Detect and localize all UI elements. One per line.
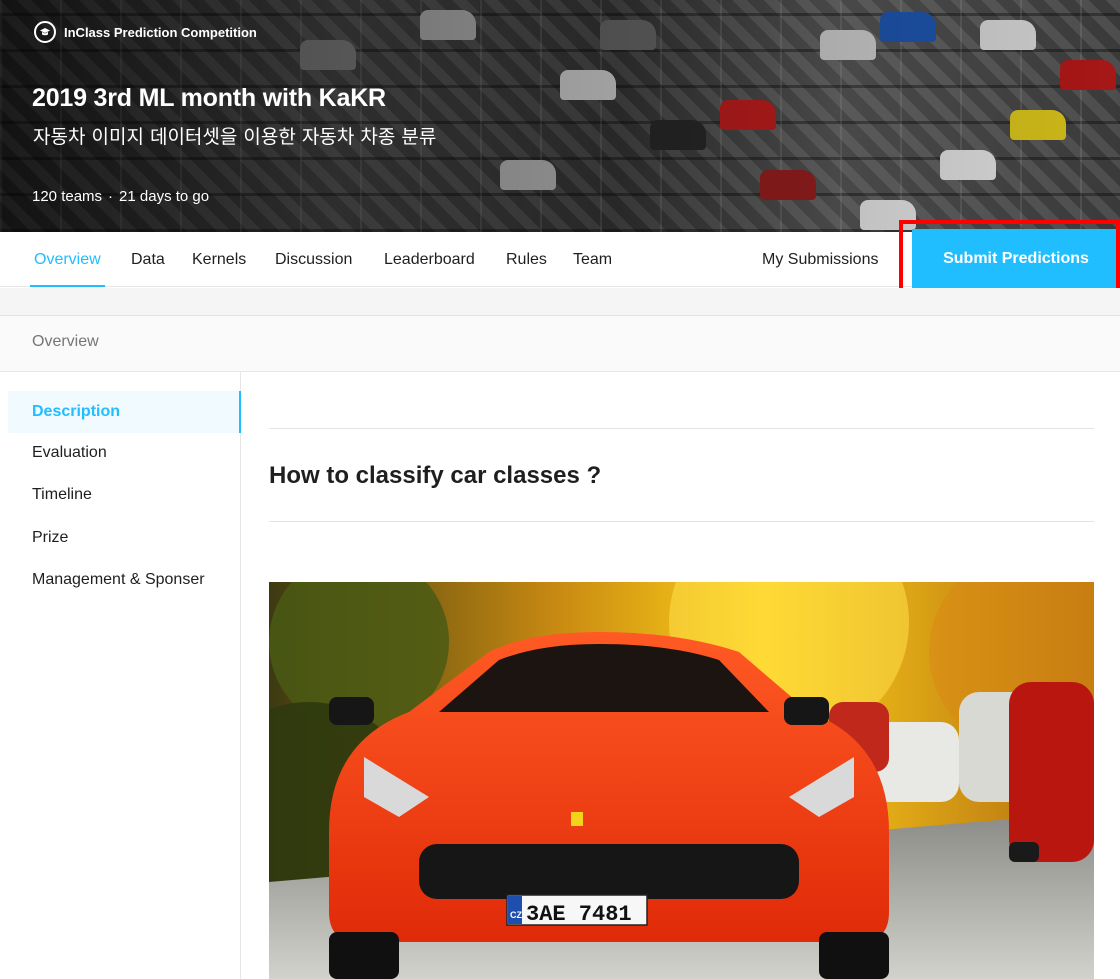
tab-overview[interactable]: Overview — [30, 232, 105, 287]
tab-leaderboard[interactable]: Leaderboard — [384, 232, 475, 287]
submit-predictions-button[interactable]: Submit Predictions — [912, 229, 1120, 288]
license-plate-text: 3AE 7481 — [526, 902, 632, 927]
competition-type: InClass Prediction Competition — [34, 21, 257, 43]
sidebar-item-prize[interactable]: Prize — [8, 526, 241, 550]
sidebar-item-description[interactable]: Description — [8, 391, 241, 433]
content-heading: How to classify car classes ? — [269, 462, 602, 489]
sidebar-item-timeline[interactable]: Timeline — [8, 483, 241, 507]
sidebar-item-evaluation[interactable]: Evaluation — [8, 441, 241, 465]
meta-separator: · — [108, 188, 114, 205]
section-header: Overview — [0, 316, 1120, 372]
content-divider-top — [269, 428, 1094, 429]
tab-data[interactable]: Data — [131, 232, 165, 287]
days-remaining: 21 days to go — [119, 188, 210, 205]
gray-divider-strip — [0, 288, 1120, 316]
sidebar-item-management[interactable]: Management & Sponser — [8, 568, 208, 592]
competition-subtitle: 자동차 이미지 데이터셋을 이용한 자동차 차종 분류 — [33, 126, 437, 148]
team-count: 120 teams — [32, 188, 103, 205]
my-submissions-link[interactable]: My Submissions — [762, 232, 878, 287]
content-divider-bottom — [269, 521, 1094, 522]
red-sports-car-photo: CZ 3AE 7481 — [269, 582, 1094, 979]
tab-rules[interactable]: Rules — [506, 232, 547, 287]
tab-kernels[interactable]: Kernels — [192, 232, 246, 287]
graduation-cap-icon — [34, 21, 56, 43]
competition-type-label: InClass Prediction Competition — [64, 24, 257, 40]
competition-title: 2019 3rd ML month with KaKR — [32, 84, 386, 112]
overview-sidebar: Description Evaluation Timeline Prize Ma… — [0, 372, 241, 979]
tab-discussion[interactable]: Discussion — [275, 232, 352, 287]
section-title: Overview — [32, 333, 99, 350]
plate-country: CZ — [510, 910, 522, 920]
competition-banner: InClass Prediction Competition 2019 3rd … — [0, 0, 1120, 232]
tab-team[interactable]: Team — [573, 232, 612, 287]
competition-meta: 120 teams · 21 days to go — [32, 188, 209, 205]
